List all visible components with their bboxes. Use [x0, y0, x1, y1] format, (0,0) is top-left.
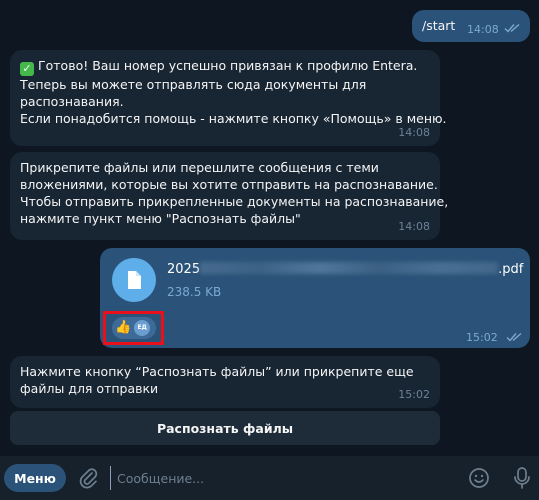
document-icon — [128, 271, 141, 289]
file-download-button[interactable] — [112, 258, 156, 302]
message-attach-hint[interactable]: Прикрепите файлы или перешлите сообщения… — [10, 152, 449, 240]
redacted-filename — [200, 262, 499, 274]
message-line: распознавания. — [20, 94, 124, 109]
paperclip-icon[interactable] — [77, 467, 99, 489]
reaction-thumbs-up[interactable]: 👍 ЕД — [112, 317, 156, 339]
chat-history: /start 14:08 ✓ Готово! Ваш номер успешно … — [0, 0, 539, 456]
message-linked[interactable]: ✓ Готово! Ваш номер успешно привязан к пр… — [10, 50, 447, 146]
message-text: /start — [422, 18, 456, 33]
message-line: файлы для отправки — [20, 381, 159, 396]
reaction-highlight: 👍 ЕД — [103, 311, 164, 345]
message-line: нажмите пункт меню "Распознать файлы" — [20, 211, 301, 226]
menu-button[interactable]: Меню — [4, 464, 66, 492]
check-mark-icon: ✓ — [20, 62, 34, 76]
message-input[interactable] — [110, 466, 450, 490]
double-check-icon — [506, 332, 522, 342]
message-time: 14:08 — [398, 126, 430, 139]
file-name-suffix: .pdf — [498, 262, 524, 277]
emoji-icon[interactable] — [468, 467, 490, 489]
message-composer: Меню — [0, 456, 539, 500]
microphone-icon[interactable] — [512, 466, 532, 490]
message-line: Если понадобится помощь - нажмите кнопку… — [20, 111, 447, 126]
message-line: вложениями, которые вы хотите отправить … — [20, 177, 438, 192]
message-time: 15:02 — [398, 388, 430, 401]
message-time: 14:08 — [467, 23, 499, 36]
message-time: 15:02 — [466, 331, 498, 344]
double-check-icon — [504, 23, 520, 33]
message-time: 14:08 — [398, 220, 430, 233]
file-name-prefix: 2025 — [167, 262, 201, 277]
message-recognize-prompt[interactable]: Нажмите кнопку “Распознать файлы” или пр… — [10, 356, 440, 408]
message-start[interactable]: /start 14:08 — [412, 10, 530, 42]
file-size: 238.5 KB — [167, 285, 222, 299]
avatar: ЕД — [134, 320, 151, 336]
message-line: Готово! Ваш номер успешно привязан к про… — [38, 58, 418, 73]
recognize-files-button[interactable]: Распознать файлы — [10, 411, 440, 445]
message-line: Нажмите кнопку “Распознать файлы” или пр… — [20, 364, 414, 379]
message-file[interactable]: 2025 .pdf 238.5 KB 👍 ЕД 15:02 — [100, 248, 530, 348]
thumbs-up-icon: 👍 — [115, 320, 132, 335]
file-name[interactable]: 2025 .pdf — [167, 261, 523, 278]
message-line: Чтобы отправить прикрепленные документы … — [20, 194, 449, 209]
message-line: Теперь вы можете отправлять сюда докумен… — [20, 77, 367, 92]
message-line: Прикрепите файлы или перешлите сообщения… — [20, 160, 379, 175]
